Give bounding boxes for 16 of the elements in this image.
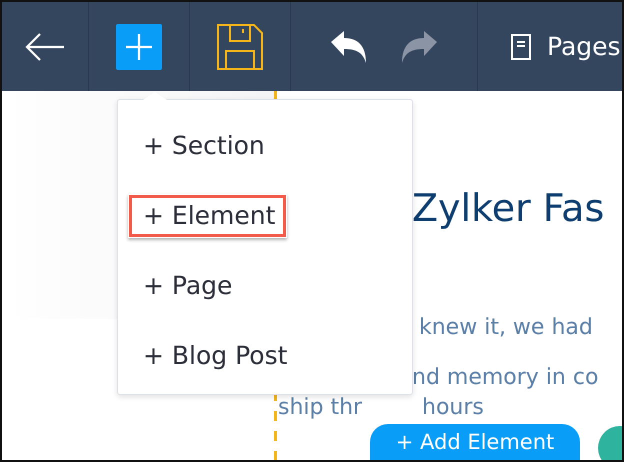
page-heading: Zylker Fas: [412, 186, 604, 230]
pages-menu[interactable]: Pages: [547, 32, 621, 61]
add-button[interactable]: [116, 24, 162, 70]
menu-item[interactable]: + Section: [128, 124, 277, 194]
paragraph-line: nd memory in co: [412, 367, 598, 389]
back-arrow-icon[interactable]: [24, 30, 66, 62]
save-icon[interactable]: [217, 24, 263, 70]
menu-item[interactable]: + Page: [128, 264, 244, 334]
paragraph-line: ship thr: [278, 397, 362, 419]
paragraph-line: hours: [422, 397, 484, 419]
paragraph-line: knew it, we had: [419, 317, 593, 339]
page-icon: [511, 34, 531, 60]
plus-icon: [126, 34, 152, 60]
redo-icon[interactable]: [401, 30, 437, 62]
menu-item[interactable]: + Element: [128, 194, 288, 238]
undo-icon[interactable]: [331, 30, 367, 62]
